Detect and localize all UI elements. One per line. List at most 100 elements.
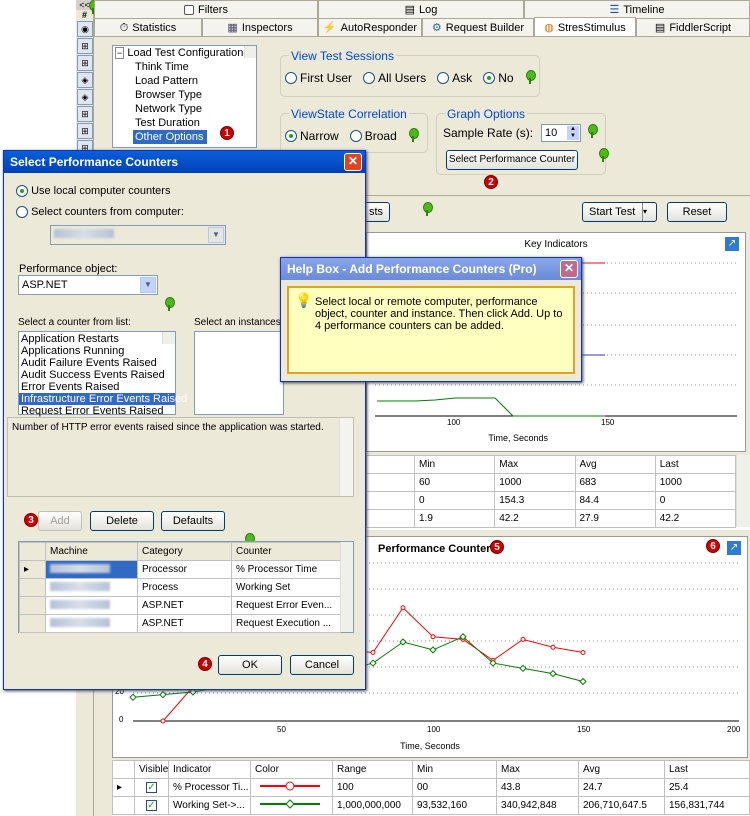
- viewstate-options: Narrow Broad: [285, 128, 419, 145]
- table-scrollbar[interactable]: [736, 455, 750, 527]
- data-point: [519, 664, 527, 673]
- session-icon[interactable]: ◉: [77, 21, 93, 37]
- tab-log[interactable]: ▤ Log: [318, 0, 524, 18]
- help-pin-icon[interactable]: [587, 124, 598, 138]
- radio-ask[interactable]: Ask: [437, 71, 472, 85]
- tree-item[interactable]: Think Time: [113, 60, 256, 74]
- list-item[interactable]: Audit Failure Events Raised: [19, 357, 175, 369]
- defaults-button[interactable]: Defaults: [161, 511, 225, 531]
- dialog-titlebar[interactable]: Select Performance Counters ✕: [4, 151, 365, 173]
- select-performance-counter-button[interactable]: Select Performance Counter: [446, 150, 578, 170]
- cancel-button[interactable]: Cancel: [290, 655, 354, 675]
- badge-2: 2: [484, 175, 498, 189]
- list-item[interactable]: Audit Success Events Raised: [19, 369, 175, 381]
- session-icon[interactable]: ⊞: [77, 38, 93, 54]
- collapse-icon[interactable]: −: [115, 47, 125, 59]
- tree-root[interactable]: − Load Test Configuration: [113, 46, 256, 60]
- session-icon[interactable]: ⊞: [77, 123, 93, 139]
- dropdown-arrow-icon[interactable]: ▾: [642, 203, 656, 221]
- x-tick: 50: [277, 725, 286, 734]
- table-row[interactable]: ▸ Processor% Processor Time: [19, 560, 341, 579]
- column-header: Max: [494, 455, 576, 474]
- chevron-down-icon[interactable]: ▼: [140, 277, 156, 293]
- table-row[interactable]: 60 1000 683 1000: [366, 473, 737, 492]
- radio-use-local[interactable]: Use local computer counters: [16, 185, 170, 198]
- radio-first-user[interactable]: First User: [285, 71, 352, 85]
- list-item[interactable]: Error Events Raised: [19, 381, 175, 393]
- help-titlebar[interactable]: Help Box - Add Performance Counters (Pro…: [281, 258, 581, 280]
- tab-filters[interactable]: Filters: [94, 0, 318, 18]
- add-button[interactable]: Add: [38, 511, 82, 531]
- counters-table: Machine Category Counter ▸ Processor% Proce…: [18, 541, 354, 633]
- config-tree[interactable]: − Load Test Configuration Think Time Loa…: [112, 45, 257, 148]
- tab-autoresponder[interactable]: ⚡ AutoResponder: [318, 18, 422, 36]
- computer-combo[interactable]: ▼: [50, 225, 226, 245]
- chevron-down-icon[interactable]: ▼: [208, 227, 224, 243]
- table-row[interactable]: ▸ ✓ % Processor Ti... 100 00 43.8 24.7 2…: [112, 778, 750, 797]
- start-test-button[interactable]: Start Test ▾: [582, 202, 657, 222]
- performance-counters-table: Visible Indicator Color Range Min Max Av…: [112, 760, 750, 816]
- close-icon[interactable]: ✕: [344, 153, 362, 171]
- help-pin-icon[interactable]: [408, 128, 419, 142]
- tab-statistics[interactable]: ⏱ Statistics: [94, 18, 202, 36]
- tree-item[interactable]: Load Pattern: [113, 74, 256, 88]
- help-pin-icon[interactable]: [598, 148, 610, 162]
- visible-checkbox[interactable]: ✓: [146, 800, 157, 811]
- table-row[interactable]: 0 154.3 84.4 0: [366, 491, 737, 510]
- tab-timeline[interactable]: ☰ Timeline: [524, 0, 750, 18]
- help-pin-icon[interactable]: [525, 70, 536, 84]
- row-pointer-icon: ▸: [112, 778, 135, 797]
- description-scrollbar[interactable]: [339, 418, 353, 496]
- visible-checkbox[interactable]: ✓: [146, 782, 157, 793]
- counter-listbox[interactable]: Application Restarts Applications Runnin…: [18, 331, 187, 417]
- reset-button[interactable]: Reset: [667, 202, 727, 222]
- list-item[interactable]: Applications Running: [19, 345, 175, 357]
- delete-button[interactable]: Delete: [90, 511, 154, 531]
- table-row[interactable]: Process Working Set: [19, 578, 341, 597]
- spinner-arrows-icon[interactable]: ▲ ▼: [567, 126, 579, 140]
- list-item[interactable]: Request Error Events Raised: [19, 405, 175, 417]
- tab-request-builder[interactable]: ⚙ Request Builder: [422, 18, 534, 36]
- series-color-swatch: [250, 778, 333, 797]
- redacted-text: [50, 599, 110, 609]
- view-sessions-group: View Test Sessions First User All Users …: [280, 49, 540, 97]
- help-pin-icon[interactable]: [422, 202, 434, 216]
- tree-scrollbar[interactable]: [244, 46, 256, 58]
- instances-listbox[interactable]: [194, 331, 284, 415]
- session-icon[interactable]: ⊞: [77, 106, 93, 122]
- radio-all-users[interactable]: All Users: [363, 71, 426, 85]
- list-scrollbar[interactable]: [162, 332, 175, 344]
- data-point: [370, 650, 376, 656]
- radio-no[interactable]: No: [483, 71, 514, 85]
- tree-item[interactable]: Network Type: [113, 102, 256, 116]
- session-icon[interactable]: ⊞: [77, 55, 93, 71]
- radio-select-computer[interactable]: Select counters from computer:: [16, 206, 184, 219]
- column-header: Color: [250, 760, 333, 779]
- session-icon[interactable]: ◈: [77, 72, 93, 88]
- table-row[interactable]: ASP.NET Request Execution ...: [19, 614, 341, 633]
- close-icon[interactable]: ✕: [560, 260, 578, 278]
- table-scrollbar[interactable]: [340, 542, 353, 632]
- sample-rate-spinner[interactable]: 10 ▲ ▼: [541, 124, 581, 142]
- tab-fiddlerscript[interactable]: ▤ FiddlerScript: [636, 18, 750, 36]
- table-row[interactable]: ✓ Working Set->... 1,000,000,000 93,532,…: [112, 796, 750, 815]
- radio-narrow[interactable]: Narrow: [285, 129, 339, 143]
- perf-object-combo[interactable]: ASP.NET ▼: [18, 275, 158, 295]
- badge-3: 3: [24, 513, 38, 527]
- tab-inspectors[interactable]: ▦ Inspectors: [202, 18, 318, 36]
- tree-item[interactable]: Test Duration: [113, 116, 256, 130]
- session-icon[interactable]: ◈: [77, 89, 93, 105]
- table-row[interactable]: ASP.NET Request Error Even...: [19, 596, 341, 615]
- tree-item[interactable]: Browser Type: [113, 88, 256, 102]
- radio-broad[interactable]: Broad: [349, 129, 397, 143]
- script-icon: ▤: [654, 21, 666, 34]
- list-item-selected[interactable]: Infrastructure Error Events Raised: [19, 393, 187, 405]
- table-row[interactable]: 1.9 42.2 27.9 42.2: [366, 509, 737, 528]
- help-pin-icon[interactable]: [164, 297, 175, 311]
- ok-button[interactable]: OK: [218, 655, 282, 675]
- perf-object-label: Performance object:: [19, 263, 118, 275]
- tree-item-selected[interactable]: Other Options: [133, 130, 207, 144]
- list-item[interactable]: Application Restarts: [19, 333, 175, 345]
- viewstate-title: ViewState Correlation: [289, 107, 409, 121]
- tab-stresstimulus[interactable]: ◍ StresStimulus: [534, 17, 636, 37]
